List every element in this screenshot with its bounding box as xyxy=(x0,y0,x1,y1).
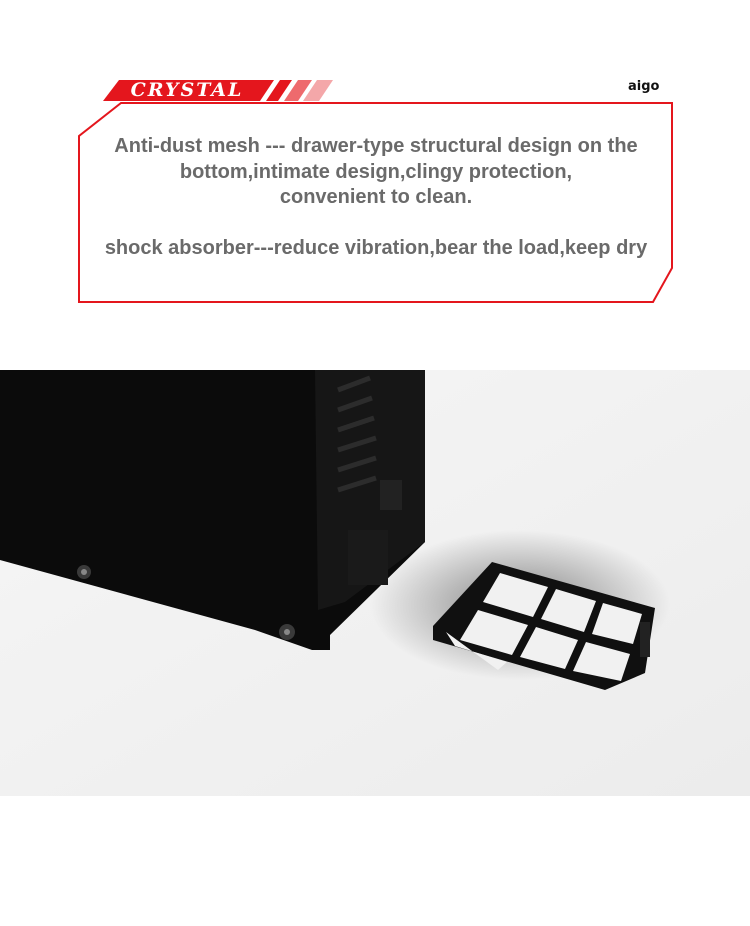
description-line: shock absorber---reduce vibration,bear t… xyxy=(104,236,648,259)
feature-banner: CRYSTAL aigo Anti-dust mesh --- drawer-t… xyxy=(0,0,750,320)
description-line: convenient to clean. xyxy=(279,186,473,208)
product-photo xyxy=(0,370,750,796)
banner-title: CRYSTAL xyxy=(130,79,244,101)
description-line: Anti-dust mesh --- drawer-type structura… xyxy=(114,135,638,157)
brand-logo: aigo xyxy=(628,79,660,94)
description-line: bottom,intimate design,clingy protection… xyxy=(179,160,573,183)
feature-description: Anti-dust mesh --- drawer-type structura… xyxy=(82,134,670,261)
